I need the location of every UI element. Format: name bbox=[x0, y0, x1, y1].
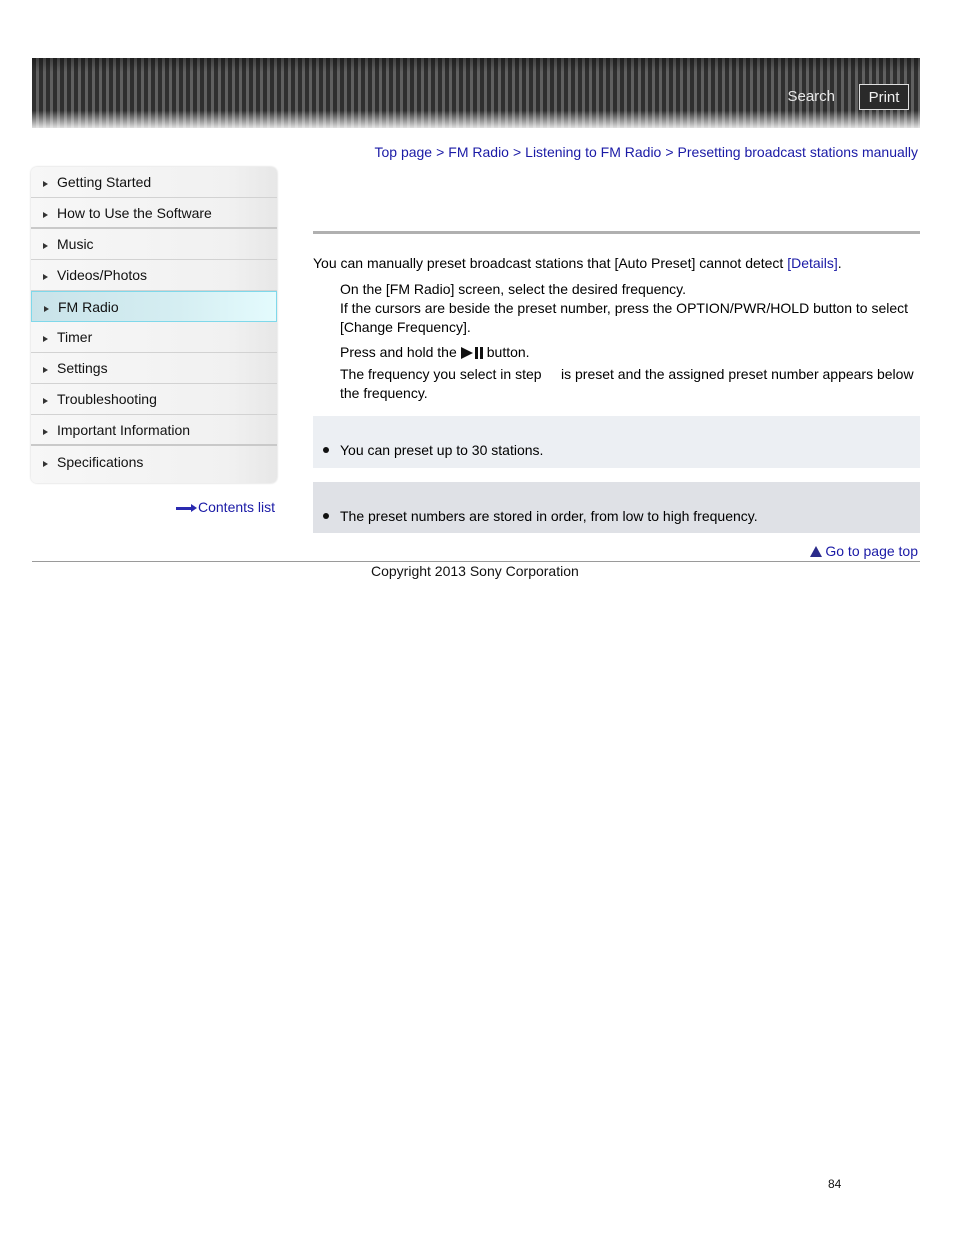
arrow-right-icon bbox=[176, 503, 197, 512]
header-banner: Search Print bbox=[32, 58, 920, 128]
sidebar-item-label: How to Use the Software bbox=[57, 204, 212, 221]
sidebar-item-label: Getting Started bbox=[57, 174, 152, 190]
search-link[interactable]: Search bbox=[787, 88, 835, 105]
arrow-right-icon bbox=[43, 398, 48, 404]
contents-list-label: Contents list bbox=[198, 499, 276, 515]
sidebar-item-music[interactable]: Music bbox=[31, 229, 277, 260]
sidebar-item-label: Important Information bbox=[57, 421, 191, 438]
bullet-icon bbox=[323, 447, 329, 453]
step-1: On the [FM Radio] screen, select the des… bbox=[340, 280, 920, 337]
sidebar-item-specifications[interactable]: Specifications bbox=[31, 446, 277, 477]
arrow-right-icon bbox=[43, 336, 48, 342]
arrow-right-icon bbox=[43, 243, 48, 249]
sidebar-item-label: Specifications bbox=[57, 453, 144, 470]
breadcrumb-separator: > bbox=[512, 144, 522, 160]
sidebar-item-fm-radio[interactable]: FM Radio bbox=[31, 291, 277, 322]
step-2-text-after: button. bbox=[486, 344, 530, 360]
breadcrumb-separator: > bbox=[665, 144, 674, 160]
sidebar-item-label: Troubleshooting bbox=[57, 391, 157, 407]
print-button[interactable]: Print bbox=[859, 84, 909, 110]
arrow-right-icon bbox=[43, 274, 48, 280]
breadcrumb-top-page[interactable]: Top page bbox=[374, 144, 432, 160]
go-to-page-top-label: Go to page top bbox=[825, 543, 918, 559]
step-1-detail: If the cursors are beside the preset num… bbox=[340, 300, 909, 335]
breadcrumb-separator: > bbox=[436, 144, 445, 160]
sidebar-item-how-to-use-software[interactable]: How to Use the Software bbox=[31, 198, 277, 229]
note-text: The preset numbers are stored in order, … bbox=[340, 508, 758, 524]
intro-period: . bbox=[837, 255, 842, 271]
sidebar-item-settings[interactable]: Settings bbox=[31, 353, 277, 384]
sidebar-item-label: Videos/Photos bbox=[57, 267, 148, 283]
hint-box: You can preset up to 30 stations. bbox=[313, 416, 920, 468]
play-pause-icon bbox=[460, 347, 483, 360]
sidebar-item-label: FM Radio bbox=[58, 298, 119, 315]
breadcrumb-current-page[interactable]: Presetting broadcast stations manually bbox=[678, 144, 918, 160]
copyright: Copyright 2013 Sony Corporation bbox=[371, 563, 579, 579]
sidebar-item-label: Timer bbox=[57, 329, 93, 345]
details-link[interactable]: [Details] bbox=[787, 255, 838, 271]
title-divider bbox=[313, 231, 920, 234]
breadcrumb-listening-to-fm-radio[interactable]: Listening to FM Radio bbox=[525, 144, 661, 160]
contents-list-link[interactable]: Contents list bbox=[176, 499, 275, 515]
bullet-icon bbox=[323, 513, 329, 519]
intro-text: You can manually preset broadcast statio… bbox=[313, 255, 842, 271]
arrow-right-icon bbox=[43, 181, 48, 187]
note-box: The preset numbers are stored in order, … bbox=[313, 482, 920, 533]
sidebar-item-troubleshooting[interactable]: Troubleshooting bbox=[31, 384, 277, 415]
breadcrumb: Top page > FM Radio > Listening to FM Radio >… bbox=[374, 144, 918, 160]
arrow-right-icon bbox=[43, 367, 48, 373]
triangle-up-icon bbox=[810, 545, 823, 557]
sidebar-item-label: Settings bbox=[57, 360, 108, 376]
arrow-right-icon bbox=[44, 305, 49, 312]
arrow-right-icon bbox=[43, 460, 48, 467]
page-number: 84 bbox=[828, 1177, 842, 1191]
step-2: Press and hold the button. bbox=[340, 343, 920, 362]
intro-sentence: You can manually preset broadcast statio… bbox=[313, 255, 788, 271]
sidebar-item-label: Music bbox=[57, 236, 94, 252]
sidebar-item-timer[interactable]: Timer bbox=[31, 322, 277, 353]
step-2-result: The frequency you select in step is pres… bbox=[340, 366, 918, 401]
sidebar-item-getting-started[interactable]: Getting Started bbox=[31, 167, 277, 198]
sidebar-item-videos-photos[interactable]: Videos/Photos bbox=[31, 260, 277, 291]
arrow-right-icon bbox=[43, 428, 48, 435]
sidebar-item-important-information[interactable]: Important Information bbox=[31, 415, 277, 446]
footer-divider bbox=[32, 561, 920, 562]
breadcrumb-fm-radio[interactable]: FM Radio bbox=[448, 144, 509, 160]
hint-text: You can preset up to 30 stations. bbox=[340, 442, 544, 458]
sidebar-nav: Getting Started How to Use the Software … bbox=[31, 167, 277, 483]
arrow-right-icon bbox=[43, 211, 48, 218]
step-1-instruction: On the [FM Radio] screen, select the des… bbox=[340, 281, 687, 297]
go-to-page-top-link[interactable]: Go to page top bbox=[810, 543, 918, 559]
step-2-text-before: Press and hold the bbox=[340, 344, 457, 360]
